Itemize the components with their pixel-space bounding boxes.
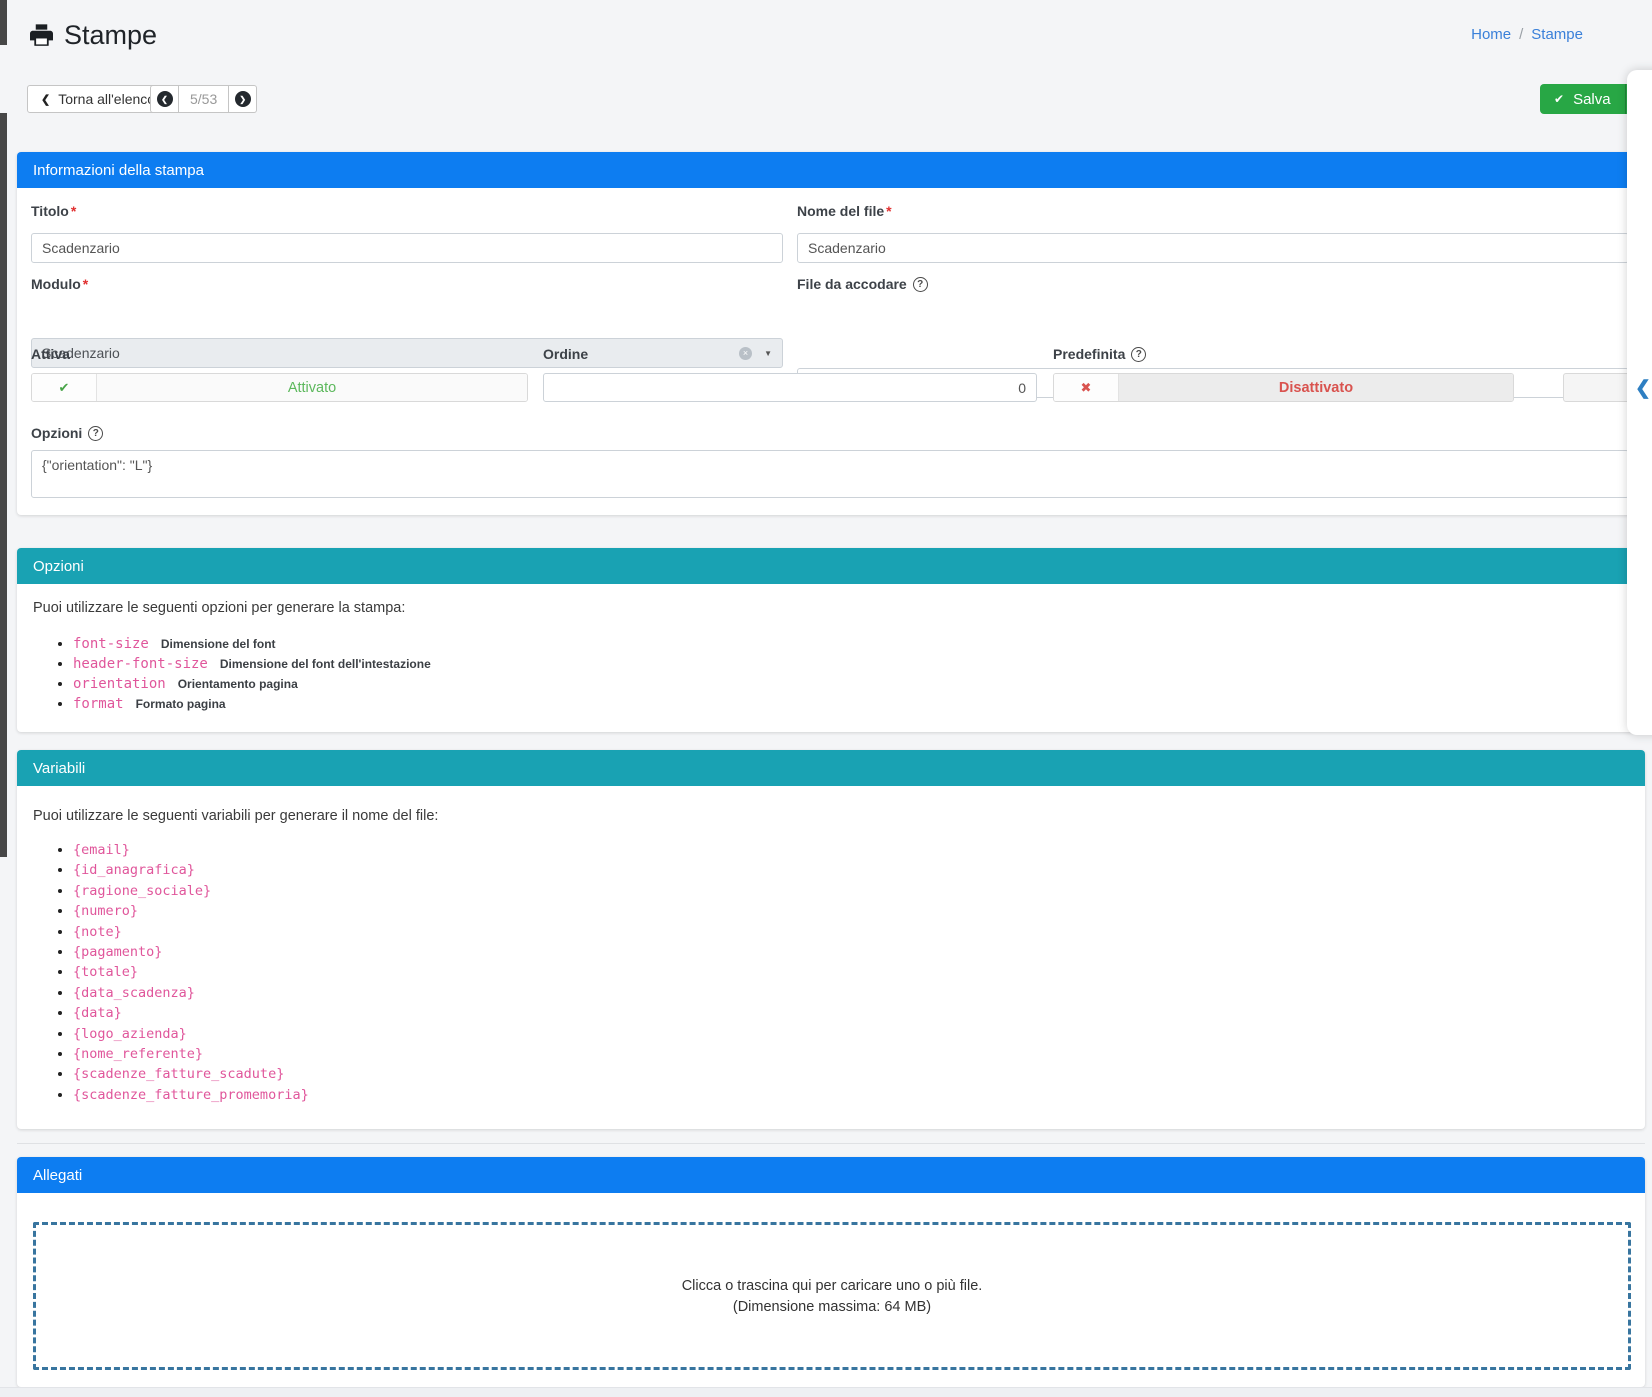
variables-list: {email}{id_anagrafica}{ragione_sociale}{… bbox=[33, 840, 1629, 1105]
predefinita-toggle[interactable]: ✖ Disattivato bbox=[1053, 373, 1514, 402]
variable-item: {email} bbox=[73, 840, 1629, 860]
file-dropzone[interactable]: Clicca o trascina qui per caricare uno o… bbox=[33, 1222, 1631, 1370]
breadcrumb-current-link[interactable]: Stampe bbox=[1531, 26, 1583, 43]
variables-intro: Puoi utilizzare le seguenti variabili pe… bbox=[33, 808, 1629, 824]
variable-item: {data_scadenza} bbox=[73, 983, 1629, 1003]
variable-item: {note} bbox=[73, 922, 1629, 942]
breadcrumb-separator: / bbox=[1519, 26, 1523, 43]
required-marker: * bbox=[83, 276, 88, 292]
sidebar-edge bbox=[0, 113, 7, 857]
footer-edge bbox=[0, 1387, 1652, 1397]
print-info-panel: Informazioni della stampa Titolo* Nome d… bbox=[17, 152, 1645, 515]
help-icon[interactable]: ? bbox=[913, 277, 928, 292]
clear-selection-icon[interactable]: × bbox=[739, 347, 752, 360]
options-intro: Puoi utilizzare le seguenti opzioni per … bbox=[33, 600, 1629, 616]
option-item: font-sizeDimensione del font bbox=[73, 634, 1629, 654]
cross-icon: ✖ bbox=[1054, 374, 1119, 401]
variable-item: {nome_referente} bbox=[73, 1044, 1629, 1064]
variable-item: {data} bbox=[73, 1003, 1629, 1023]
required-marker: * bbox=[71, 203, 76, 219]
save-label: Salva bbox=[1573, 91, 1611, 108]
sidebar-edge-top bbox=[0, 0, 7, 45]
page-header: Stampe bbox=[30, 20, 157, 51]
help-icon[interactable]: ? bbox=[88, 426, 103, 441]
check-icon: ✔ bbox=[32, 374, 97, 401]
attachments-panel: Allegati Clicca o trascina qui per caric… bbox=[17, 1157, 1645, 1387]
dropzone-instruction: Clicca o trascina qui per caricare uno o… bbox=[682, 1278, 983, 1294]
back-chevron-icon: ❮ bbox=[41, 93, 50, 106]
attachments-panel-header: Allegati bbox=[17, 1157, 1645, 1193]
options-list: font-sizeDimensione del fontheader-font-… bbox=[33, 634, 1629, 714]
record-counter: 5/53 bbox=[178, 85, 229, 113]
page: Stampe Home / Stampe ❮ Torna all'elenco … bbox=[0, 0, 1652, 1397]
options-panel: Opzioni Puoi utilizzare le seguenti opzi… bbox=[17, 548, 1645, 732]
file-accodare-label: File da accodare ? bbox=[797, 276, 928, 292]
modulo-select[interactable]: Scadenzario × ▼ bbox=[31, 338, 783, 368]
ordine-label: Ordine bbox=[543, 346, 588, 362]
option-item: header-font-sizeDimensione del font dell… bbox=[73, 654, 1629, 674]
back-to-list-button[interactable]: ❮ Torna all'elenco bbox=[27, 85, 169, 113]
next-record-button[interactable]: ❯ bbox=[229, 85, 257, 113]
nome-file-label: Nome del file* bbox=[797, 203, 892, 219]
opzioni-label: Opzioni ? bbox=[31, 425, 103, 441]
variable-item: {pagamento} bbox=[73, 942, 1629, 962]
opzioni-textarea[interactable]: {"orientation": "L"} bbox=[31, 450, 1629, 498]
titolo-label: Titolo* bbox=[31, 203, 76, 219]
variable-item: {ragione_sociale} bbox=[73, 881, 1629, 901]
titolo-input[interactable] bbox=[31, 233, 783, 263]
predefinita-state-label: Disattivato bbox=[1119, 374, 1513, 401]
attiva-state-label: Attivato bbox=[97, 374, 527, 401]
panel-open-chevron-icon[interactable]: ❮ bbox=[1635, 377, 1651, 400]
previous-record-button[interactable]: ❮ bbox=[150, 85, 178, 113]
print-info-panel-header: Informazioni della stampa bbox=[17, 152, 1645, 188]
variables-panel-header: Variabili bbox=[17, 750, 1645, 786]
check-icon: ✔ bbox=[1554, 92, 1564, 106]
printer-icon bbox=[30, 24, 53, 47]
variable-item: {totale} bbox=[73, 962, 1629, 982]
help-icon[interactable]: ? bbox=[1131, 347, 1146, 362]
attiva-toggle[interactable]: ✔ Attivato bbox=[31, 373, 528, 402]
page-title: Stampe bbox=[64, 20, 157, 51]
breadcrumb-home-link[interactable]: Home bbox=[1471, 26, 1511, 43]
option-item: formatFormato pagina bbox=[73, 694, 1629, 714]
variable-item: {numero} bbox=[73, 901, 1629, 921]
modulo-label: Modulo* bbox=[31, 276, 88, 292]
nome-file-input[interactable] bbox=[797, 233, 1629, 263]
variable-item: {id_anagrafica} bbox=[73, 860, 1629, 880]
arrow-circle-left-icon: ❮ bbox=[157, 91, 173, 107]
variables-panel: Variabili Puoi utilizzare le seguenti va… bbox=[17, 750, 1645, 1129]
options-panel-header: Opzioni bbox=[17, 548, 1645, 584]
record-pager: ❮ 5/53 ❯ bbox=[150, 85, 257, 113]
attiva-label: Attiva bbox=[31, 346, 70, 362]
section-divider bbox=[17, 1143, 1645, 1144]
ordine-input[interactable] bbox=[543, 373, 1037, 402]
variable-item: {logo_azienda} bbox=[73, 1024, 1629, 1044]
dropzone-max-size: (Dimensione massima: 64 MB) bbox=[733, 1299, 931, 1315]
breadcrumb: Home / Stampe bbox=[1471, 26, 1583, 43]
variable-item: {scadenze_fatture_promemoria} bbox=[73, 1085, 1629, 1105]
arrow-circle-right-icon: ❯ bbox=[235, 91, 251, 107]
option-item: orientationOrientamento pagina bbox=[73, 674, 1629, 694]
predefinita-label: Predefinita ? bbox=[1053, 346, 1146, 362]
back-to-list-label: Torna all'elenco bbox=[58, 91, 155, 107]
required-marker: * bbox=[886, 203, 891, 219]
select-caret-icon: ▼ bbox=[764, 349, 772, 358]
variable-item: {scadenze_fatture_scadute} bbox=[73, 1064, 1629, 1084]
side-slide-panel: ❮ bbox=[1627, 70, 1652, 735]
